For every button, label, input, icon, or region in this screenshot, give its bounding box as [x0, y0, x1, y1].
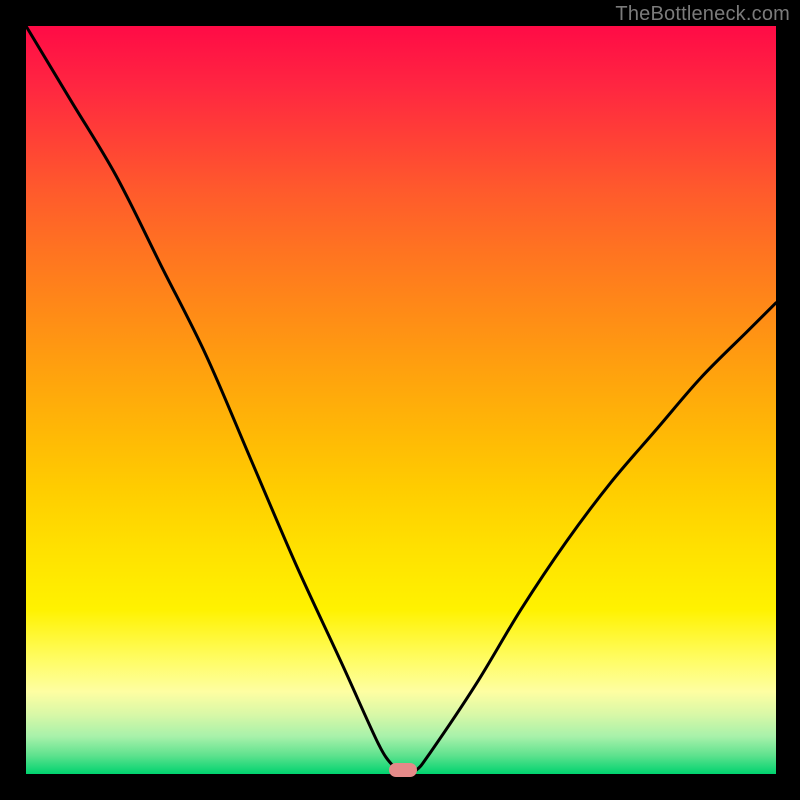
chart-stage: TheBottleneck.com	[0, 0, 800, 800]
attribution-label: TheBottleneck.com	[615, 3, 790, 26]
plot-area	[26, 26, 776, 774]
optimal-point-marker	[389, 763, 417, 777]
bottleneck-curve	[26, 26, 776, 774]
curve-path	[26, 26, 776, 774]
